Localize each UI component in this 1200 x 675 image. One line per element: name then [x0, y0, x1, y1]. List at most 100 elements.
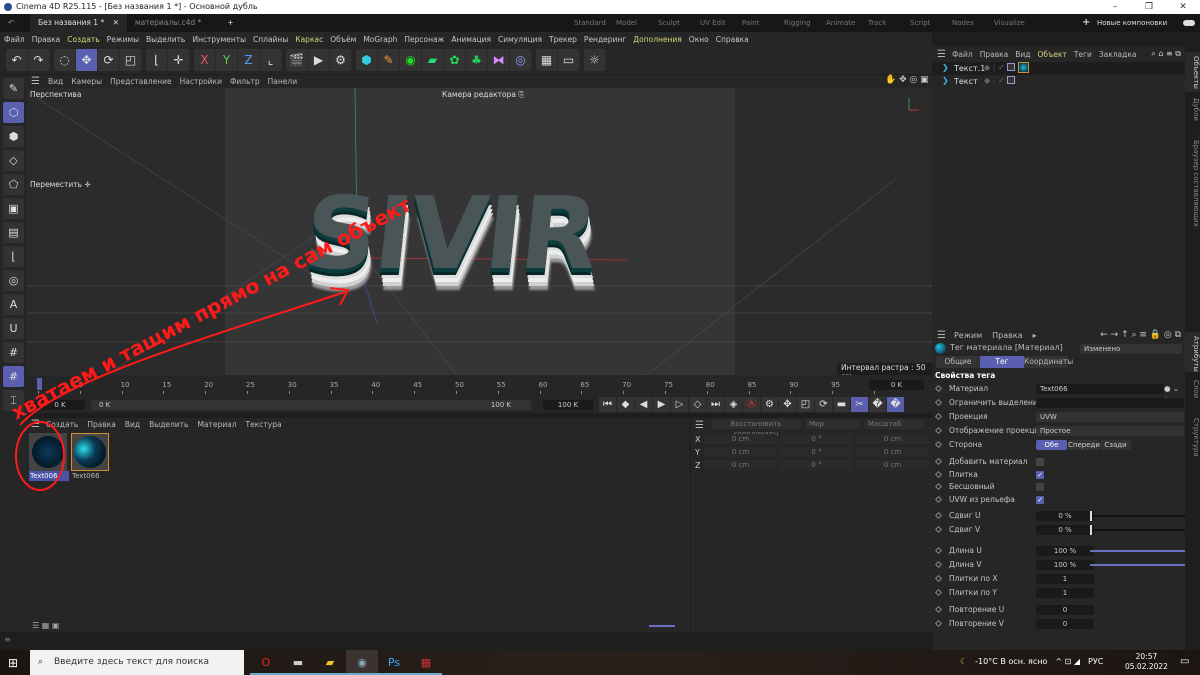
viewport-nav-icons[interactable]: ✋ ✥ ◎ ▣	[885, 75, 929, 85]
field-button[interactable]: ◎	[510, 49, 532, 71]
cloner-button[interactable]: ✿	[444, 49, 466, 71]
number-field[interactable]: 1	[1036, 588, 1094, 598]
restrict-field[interactable]	[1036, 398, 1184, 408]
mode-dropdown[interactable]: Масштаб	[864, 419, 924, 429]
x-axis-button[interactable]: X	[194, 49, 216, 71]
side-option-сзади[interactable]: Сзади	[1100, 440, 1131, 450]
state-dropdown[interactable]: Изменено	[1080, 344, 1182, 354]
material-item[interactable]: Text006	[29, 433, 69, 481]
viewport-menu-фильтр[interactable]: Фильтр	[230, 77, 260, 86]
value-slider[interactable]	[1090, 560, 1187, 570]
keyframe-diamond-icon[interactable]	[934, 457, 943, 466]
keyframe-diamond-icon[interactable]	[934, 398, 943, 407]
move-button[interactable]: ✥	[76, 49, 98, 71]
side-option-спереди[interactable]: Спереди	[1068, 440, 1100, 450]
object-menu-теги[interactable]: Теги	[1074, 50, 1092, 59]
render-settings-button[interactable]: ⚙	[330, 49, 352, 71]
coord-pos-field[interactable]: 0 cm	[704, 434, 777, 444]
menu-правка[interactable]: Правка	[32, 35, 61, 44]
tab-document-2[interactable]: материалы.c4d *	[127, 14, 209, 32]
coord-scale-field[interactable]: 0 cm	[856, 434, 929, 444]
reset-coordinates-button[interactable]: Восстановить координаты	[711, 419, 801, 438]
keyframe-diamond-icon[interactable]	[934, 440, 943, 449]
object-menu-объект[interactable]: Объект	[1037, 50, 1066, 59]
next-frame-icon[interactable]: ▷	[671, 397, 688, 412]
go-to-start-icon[interactable]: ⏮	[599, 397, 616, 412]
object-row[interactable]: ❯ Текст.1 ◆⋮✓	[932, 62, 1185, 75]
3d-text-object[interactable]: SIVIR	[299, 175, 602, 292]
cinema4d-taskbar-button[interactable]: ◉	[346, 650, 378, 675]
keyframe-diamond-icon[interactable]	[934, 546, 943, 555]
object-row[interactable]: ❯ Текст ◆⋮✓	[932, 75, 1185, 88]
object-menu-закладка[interactable]: Закладка	[1099, 50, 1137, 59]
autokey-icon[interactable]: Ⓐ	[743, 397, 760, 412]
model-mode-button[interactable]: ✎	[3, 78, 24, 99]
lock-workplane-button[interactable]: ⌶	[3, 390, 24, 411]
y-axis-button[interactable]: Y	[216, 49, 238, 71]
axis-mode-button[interactable]: ⌊	[3, 246, 24, 267]
menu-файл[interactable]: Файл	[4, 35, 25, 44]
slider-handle[interactable]	[1090, 525, 1092, 535]
floor-button[interactable]: ▦	[536, 49, 558, 71]
timeline-ruler[interactable]: 0510152025303540455055606570758085909510…	[27, 375, 907, 397]
keyframe-diamond-icon[interactable]	[934, 574, 943, 583]
menu-анимация[interactable]: Анимация	[451, 35, 491, 44]
material-item[interactable]: Text066	[71, 433, 111, 481]
material-menu-вид[interactable]: Вид	[125, 420, 140, 429]
keyframe-diamond-icon[interactable]	[934, 525, 943, 534]
subdivision-button[interactable]: ◉	[400, 49, 422, 71]
side-option-обе[interactable]: Обе	[1036, 440, 1067, 450]
coord-scale-field[interactable]: 0 cm	[856, 460, 929, 470]
keyframe-diamond-icon[interactable]	[934, 384, 943, 393]
undo-button[interactable]: ↶	[6, 49, 28, 71]
deformer-button[interactable]: ⧓	[488, 49, 510, 71]
spline-pen-button[interactable]: ✎	[378, 49, 400, 71]
visibility-toggle-icon[interactable]: ◆⋮✓	[984, 76, 1005, 85]
minimize-button[interactable]: –	[1098, 0, 1132, 14]
prev-frame-icon[interactable]: ◀	[635, 397, 652, 412]
material-tag-icon[interactable]	[1018, 62, 1029, 73]
viewport-menu-камеры[interactable]: Камеры	[71, 77, 102, 86]
scale-button[interactable]: ◰	[120, 49, 142, 71]
photoshop-taskbar-button[interactable]: Ps	[378, 650, 410, 675]
material-menu-создать[interactable]: Создать	[46, 420, 78, 429]
position-key-icon[interactable]: ✥	[779, 397, 796, 412]
side-tab-объекты[interactable]: Объекты	[1185, 52, 1200, 92]
snap-button[interactable]: ◎	[3, 270, 24, 291]
viewport-menu-вид[interactable]: Вид	[48, 77, 63, 86]
layout-tab-track[interactable]: Track	[868, 14, 886, 32]
menu-окно[interactable]: Окно	[689, 35, 709, 44]
coordinate-system-button[interactable]: ⌞	[260, 49, 282, 71]
side-tab-атрибуты[interactable]: Атрибуты	[1185, 332, 1200, 372]
menu-справка[interactable]: Справка	[716, 35, 749, 44]
material-menu-материал[interactable]: Материал	[197, 420, 236, 429]
scheme-icon[interactable]: �	[887, 397, 904, 412]
layout-tab-nodes[interactable]: Nodes	[952, 14, 974, 32]
menu-icon[interactable]: ☰	[695, 420, 704, 431]
taskbar-search-input[interactable]: ⌕ Введите здесь текст для поиска	[30, 650, 244, 675]
extrude-button[interactable]: ▰	[422, 49, 444, 71]
menu-трекер[interactable]: Трекер	[549, 35, 577, 44]
layout-tab-rigging[interactable]: Rigging	[784, 14, 811, 32]
notifications-icon[interactable]: ▭	[1180, 656, 1189, 667]
object-menu-файл[interactable]: Файл	[952, 50, 973, 59]
maximize-button[interactable]: ❐	[1132, 0, 1166, 14]
layout-tab-standard[interactable]: Standard	[574, 14, 606, 32]
keyframe-diamond-icon[interactable]	[934, 605, 943, 614]
side-tab-дубли[interactable]: Дубли	[1185, 94, 1200, 134]
layout-tab-sculpt[interactable]: Sculpt	[658, 14, 680, 32]
menu-icon[interactable]: ☰	[937, 330, 946, 341]
play-icon[interactable]: ▶	[653, 397, 670, 412]
solo-button[interactable]: A	[3, 294, 24, 315]
visibility-toggle-icon[interactable]: ◆⋮✓	[984, 63, 1005, 72]
number-field[interactable]: 0 %	[1036, 511, 1094, 521]
coord-rot-field[interactable]: 0 °	[780, 434, 853, 444]
scale-key-icon[interactable]: ◰	[797, 397, 814, 412]
more-arrow-icon[interactable]: ▸	[1033, 331, 1037, 340]
number-field[interactable]: 0 %	[1036, 525, 1094, 535]
projection-display-dropdown[interactable]: Простое	[1036, 426, 1184, 436]
value-slider[interactable]	[1090, 525, 1186, 535]
cube-button[interactable]: ⬢	[356, 49, 378, 71]
undo-history-icon[interactable]: ↶ ↷	[0, 14, 30, 45]
file-explorer-taskbar-button[interactable]: ▰	[314, 650, 346, 675]
